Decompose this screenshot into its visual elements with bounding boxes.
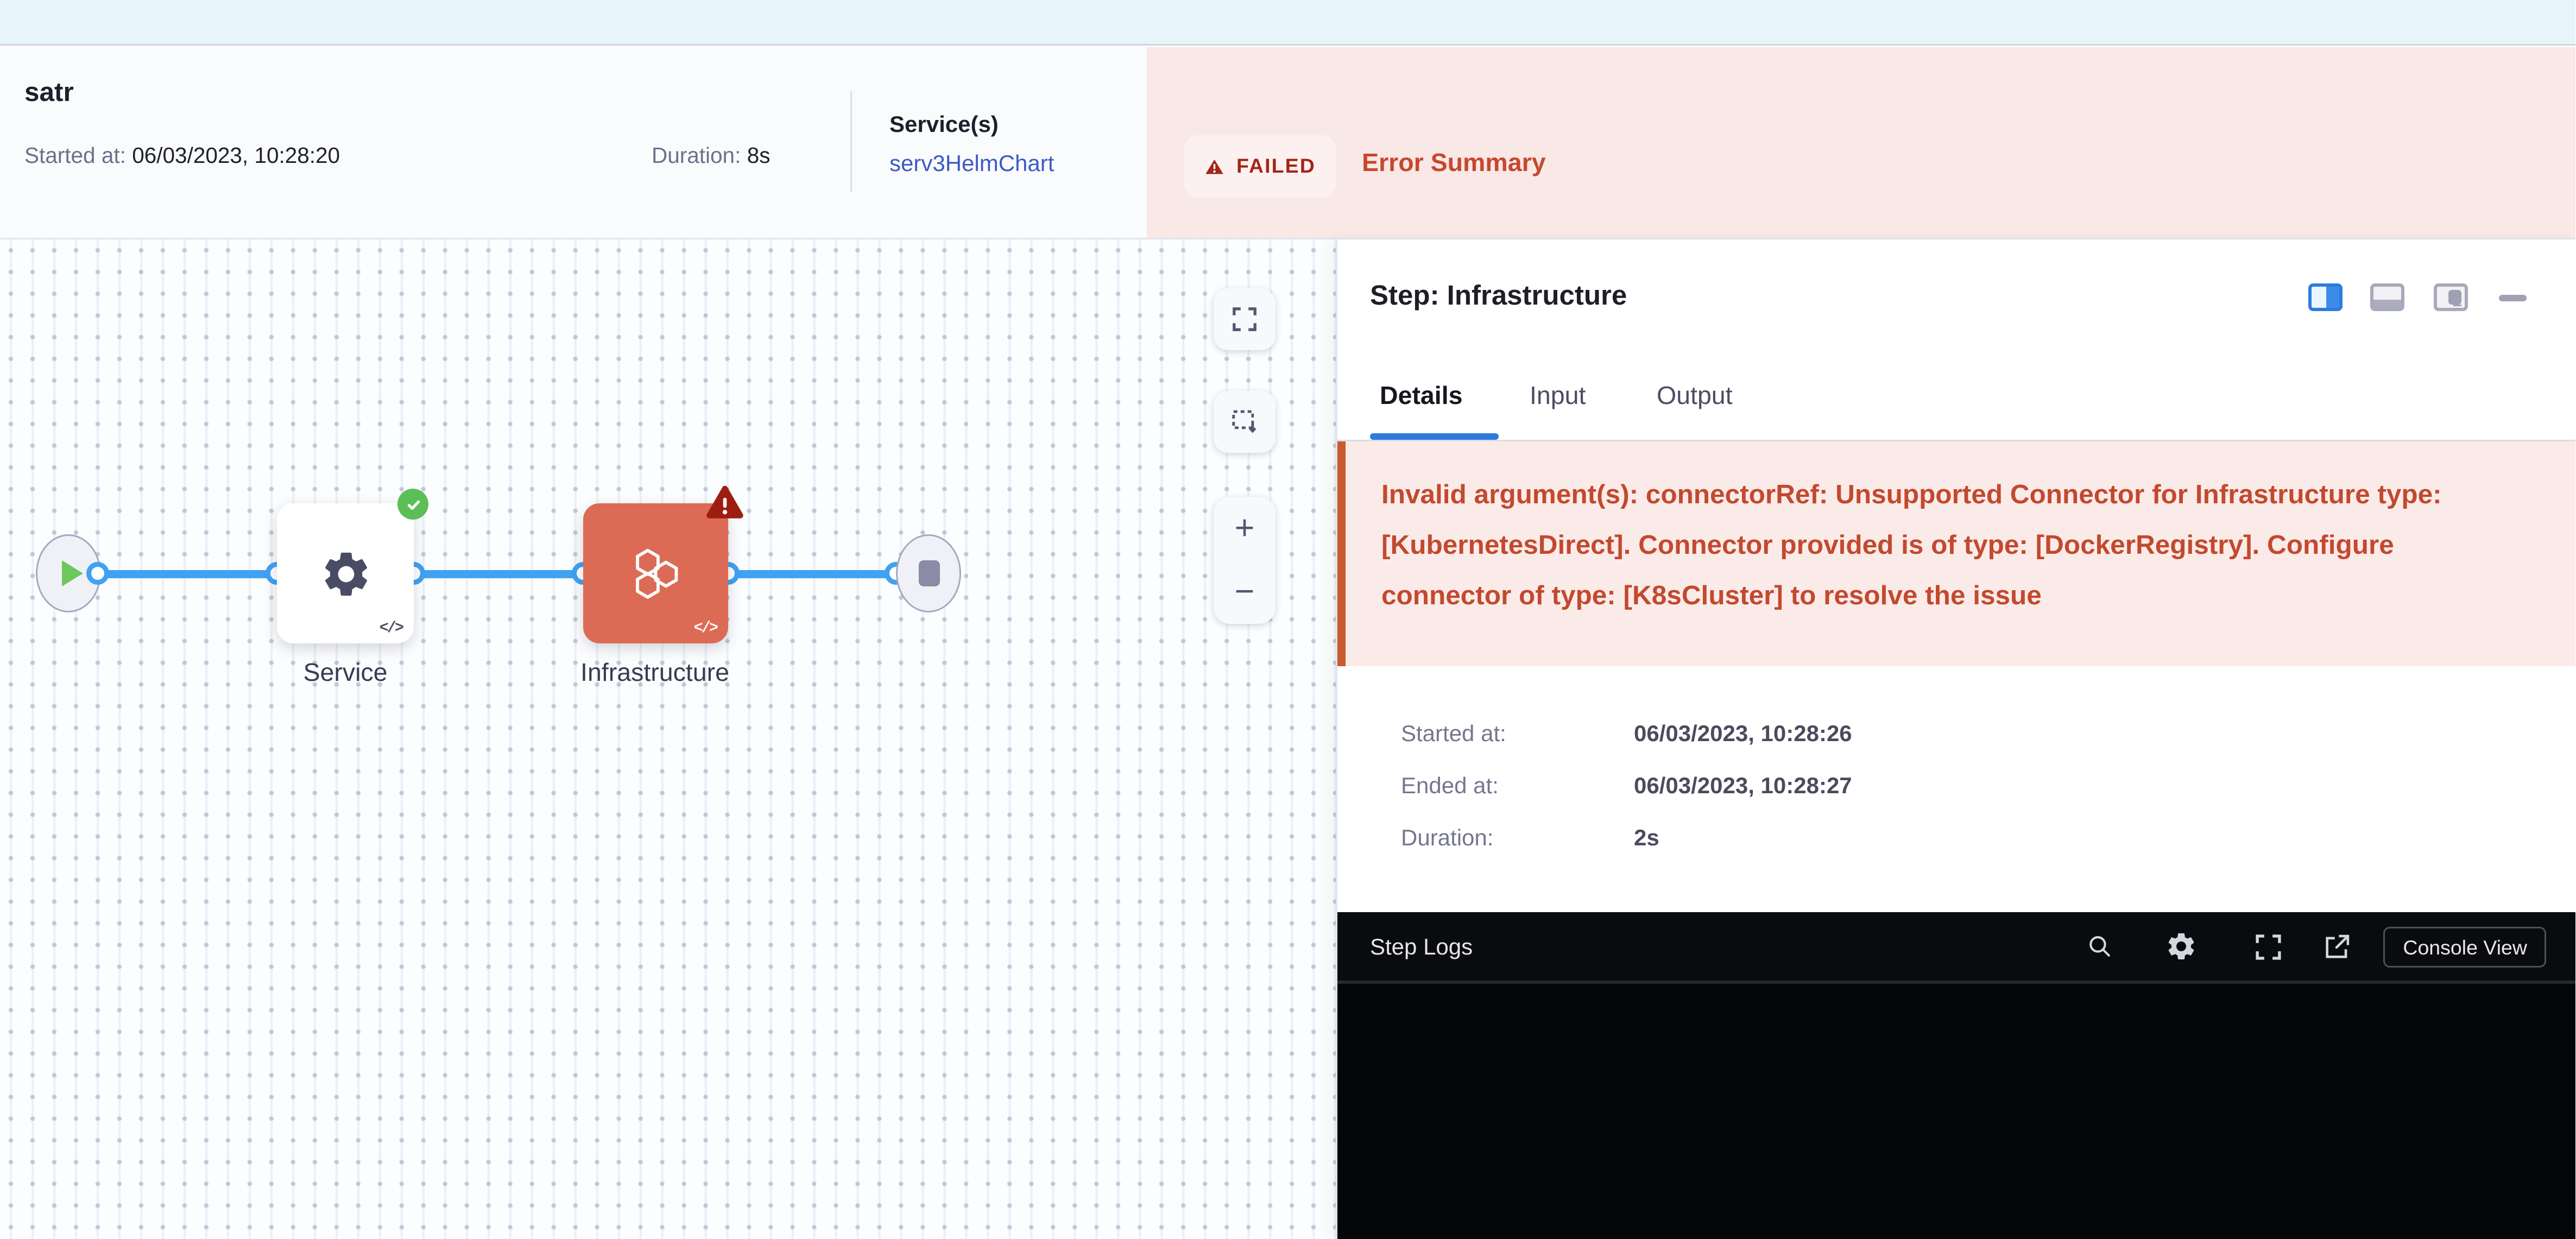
node-service-label: Service (207, 660, 484, 689)
node-service[interactable]: </> (277, 503, 414, 643)
layout-float-fill (2448, 290, 2461, 305)
canvas-zoom-panel: + − (1214, 497, 1276, 624)
connector-dot (86, 562, 109, 585)
pipeline-end-node (896, 534, 961, 612)
layout-floating-panel-button[interactable] (2434, 283, 2468, 311)
logs-settings-button[interactable] (2165, 912, 2198, 981)
panel-title: Step: Infrastructure (1370, 280, 1627, 313)
execution-header: satr Started at: 06/03/2023, 10:28:20 Du… (0, 47, 2576, 239)
pipeline-canvas[interactable]: </> Service </> Infrastructure (0, 239, 1336, 1239)
warning-triangle-icon (705, 484, 744, 523)
detail-label: Ended at: (1401, 772, 1499, 798)
step-logs-title: Step Logs (1370, 933, 1473, 959)
step-details-panel: Step: Infrastructure Details Input Outpu… (1336, 239, 2576, 1239)
tab-details[interactable]: Details (1380, 383, 1463, 412)
success-check-badge (397, 489, 428, 520)
node-infrastructure-label: Infrastructure (516, 660, 793, 689)
tab-output[interactable]: Output (1657, 383, 1733, 412)
service-link[interactable]: serv3HelmChart (889, 150, 1054, 176)
step-logs-section: Step Logs (1337, 912, 2576, 1239)
started-at-label: Started at: (24, 143, 126, 168)
error-message-box: Invalid argument(s): connectorRef: Unsup… (1337, 441, 2576, 666)
detail-label: Duration: (1401, 824, 1493, 850)
layout-right-panel-button[interactable] (2308, 283, 2343, 311)
error-summary-bar: FAILED Error Summary (1147, 47, 2576, 238)
services-label: Service(s) (889, 111, 999, 137)
check-icon (403, 495, 423, 514)
error-message-text: Invalid argument(s): connectorRef: Unsup… (1381, 471, 2521, 622)
top-strip (0, 0, 2576, 46)
active-tab-underline (1370, 433, 1499, 440)
duration-label: Duration: (652, 143, 741, 168)
hexagons-icon (627, 545, 684, 602)
detail-value: 2s (1634, 824, 1659, 850)
layout-float-dash (2453, 304, 2461, 307)
detail-label: Started at: (1401, 720, 1506, 746)
detail-row-duration: Duration: 2s (1401, 824, 2541, 854)
status-badge: FAILED (1184, 135, 1335, 197)
stop-icon (918, 560, 939, 586)
warning-triangle-icon (1204, 156, 1225, 177)
pipeline-execution-page: satr Started at: 06/03/2023, 10:28:20 Du… (0, 0, 2576, 1239)
fullscreen-icon (2255, 933, 2283, 960)
zoom-in-button[interactable]: + (1214, 497, 1276, 560)
console-view-button[interactable]: Console View (2383, 927, 2547, 968)
fullscreen-icon (1232, 306, 1258, 332)
status-badge-label: FAILED (1236, 155, 1316, 178)
layout-bottom-fill (2373, 300, 2401, 308)
detail-row-started: Started at: 06/03/2023, 10:28:26 (1401, 720, 2541, 749)
zoom-out-button[interactable]: − (1214, 560, 1276, 624)
play-icon (61, 560, 83, 586)
header-divider (850, 91, 852, 192)
marquee-selection-icon (1230, 407, 1259, 437)
code-icon: </> (694, 619, 717, 637)
code-icon: </> (380, 619, 402, 637)
logs-search-button[interactable] (2087, 912, 2113, 981)
logs-divider (1337, 981, 2576, 984)
search-icon (2087, 933, 2113, 959)
gear-icon (319, 547, 372, 600)
layout-right-fill (2326, 287, 2339, 308)
error-summary-label: Error Summary (1362, 150, 1546, 179)
pipeline-connector-line (98, 570, 896, 578)
canvas-fullscreen-button[interactable] (1214, 288, 1276, 350)
logs-open-external-button[interactable] (2324, 912, 2351, 981)
logs-fullscreen-button[interactable] (2255, 912, 2283, 981)
pipeline-name: satr (24, 78, 74, 109)
gear-icon (2165, 930, 2198, 963)
detail-value: 06/03/2023, 10:28:27 (1634, 772, 1852, 798)
failed-warning-badge (705, 484, 744, 531)
duration-value: 8s (747, 143, 771, 168)
minimize-panel-button[interactable] (2499, 295, 2527, 301)
canvas-select-region-button[interactable] (1214, 391, 1276, 453)
layout-bottom-panel-button[interactable] (2370, 283, 2404, 311)
detail-row-ended: Ended at: 06/03/2023, 10:28:27 (1401, 772, 2541, 801)
node-infrastructure[interactable]: </> (583, 503, 728, 643)
started-at-value: 06/03/2023, 10:28:20 (132, 143, 340, 168)
duration-line: Duration: 8s (652, 143, 770, 168)
external-link-icon (2324, 933, 2351, 960)
detail-value: 06/03/2023, 10:28:26 (1634, 720, 1852, 746)
started-at-line: Started at: 06/03/2023, 10:28:20 (24, 143, 340, 168)
step-logs-toolbar: Step Logs (1337, 912, 2576, 981)
tab-input[interactable]: Input (1530, 383, 1586, 412)
